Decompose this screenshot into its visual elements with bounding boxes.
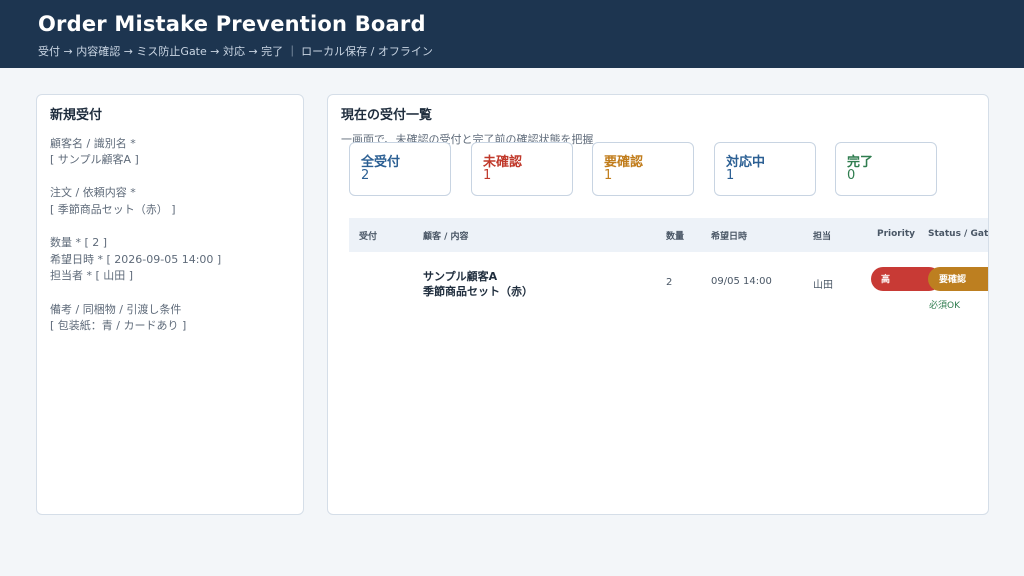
stat-card-unconfirmed[interactable]: 未確認 1 (471, 142, 573, 196)
assignee-cell: 山田 (813, 280, 833, 291)
notes-input[interactable]: [ 包装紙：青 / カードあり ] (50, 317, 186, 333)
stat-card-needs-check[interactable]: 要確認 1 (592, 142, 694, 196)
status-label: 要確認 (939, 275, 967, 285)
column-header-datetime: 希望日時 (711, 232, 748, 242)
stat-card-all[interactable]: 全受付 2 (349, 142, 451, 196)
notes-label: 備考 / 同梱物 / 引渡し条件 (50, 303, 182, 316)
board-title: 現在の受付一覧 (341, 108, 433, 123)
order-label: 注文 / 依頼内容 * (50, 186, 136, 199)
stat-count: 1 (483, 168, 492, 183)
column-header-priority: Priority (877, 229, 915, 239)
stat-card-done[interactable]: 完了 0 (835, 142, 937, 196)
column-header-reception: 受付 (359, 232, 378, 242)
column-header-quantity: 数量 (666, 232, 685, 242)
customer-cell: サンプル顧客A 季節商品セット（赤） (423, 269, 533, 299)
stat-count: 1 (604, 168, 613, 183)
datetime-field[interactable]: 希望日時 * [ 2026-09-05 14:00 ] (50, 251, 221, 267)
customer-label: 顧客名 / 識別名 * (50, 137, 136, 150)
stat-count: 1 (726, 168, 735, 183)
customer-input[interactable]: [ サンプル顧客A ] (50, 151, 139, 167)
quantity-field[interactable]: 数量 * [ 2 ] (50, 234, 107, 250)
new-order-panel: 新規受付 顧客名 / 識別名 * [ サンプル顧客A ] 注文 / 依頼内容 *… (36, 94, 304, 515)
datetime-cell: 09/05 14:00 (711, 276, 772, 287)
column-header-assignee: 担当 (813, 232, 832, 242)
app-title: Order Mistake Prevention Board (38, 12, 426, 36)
app-header: Order Mistake Prevention Board 受付 → 内容確認… (0, 0, 1024, 68)
column-header-status-gate: Status / Gate (928, 229, 989, 239)
order-input[interactable]: [ 季節商品セット（赤） ] (50, 201, 176, 217)
table-header: 受付 顧客 / 内容 数量 希望日時 担当 Priority Status / … (349, 218, 989, 252)
stat-count: 0 (847, 168, 856, 183)
assignee-field[interactable]: 担当者 * [ 山田 ] (50, 267, 133, 283)
quantity-cell: 2 (666, 277, 673, 288)
priority-label: 高 (881, 275, 891, 285)
column-header-customer: 顧客 / 内容 (423, 232, 469, 242)
order-board-panel: 現在の受付一覧 一画面で、未確認の受付と完了前の確認状態を把握 全受付 2 未確… (327, 94, 989, 515)
stat-count: 2 (361, 168, 370, 183)
stat-card-in-progress[interactable]: 対応中 1 (714, 142, 816, 196)
workflow-subtitle: 受付 → 内容確認 → ミス防止Gate → 対応 → 完了 ｜ ローカル保存 … (38, 45, 433, 58)
order-item: 季節商品セット（赤） (423, 285, 533, 298)
customer-name: サンプル顧客A (423, 270, 498, 283)
gate-status: 必須OK (929, 301, 960, 311)
status-badge[interactable]: 要確認 (928, 267, 988, 291)
new-order-title: 新規受付 (50, 108, 103, 123)
